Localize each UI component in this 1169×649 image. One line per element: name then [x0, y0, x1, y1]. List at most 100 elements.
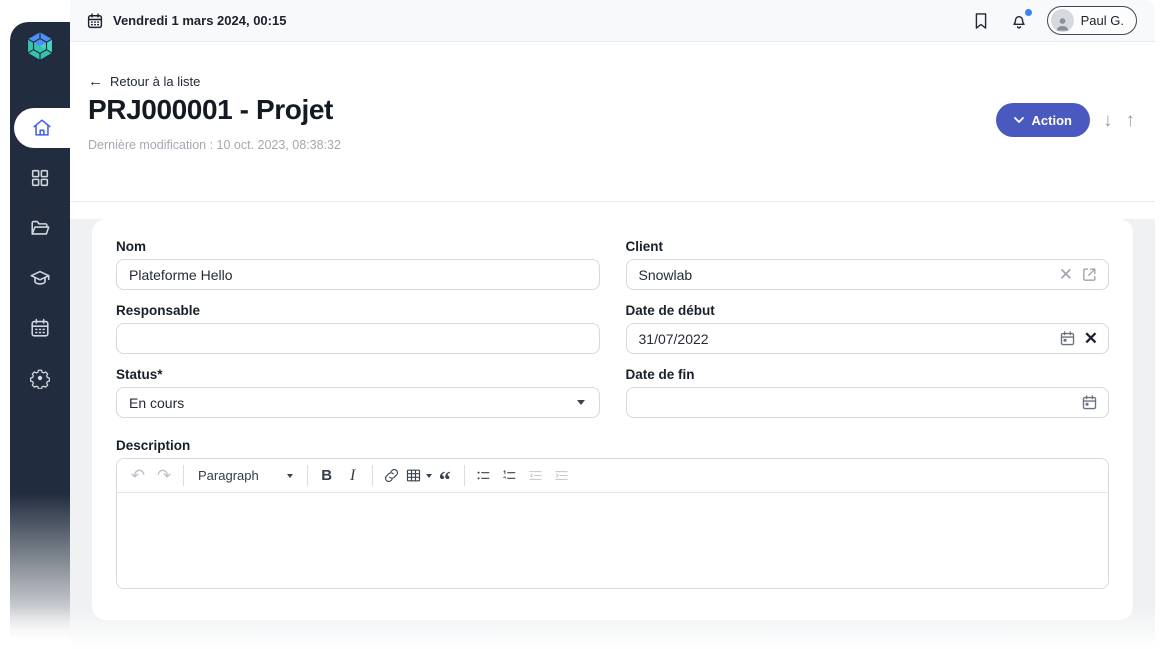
editor-toolbar: ↶ ↷ Paragraph B I “ [117, 459, 1108, 494]
calendar-picker-icon [1082, 395, 1097, 410]
date-debut-clear-button[interactable]: ✕ [1084, 330, 1098, 347]
toolbar-separator [183, 465, 184, 486]
numbered-list-button[interactable] [497, 463, 523, 489]
toolbar-separator [371, 465, 373, 486]
action-button-label: Action [1031, 112, 1072, 128]
home-icon [33, 119, 51, 136]
calendar-date-icon [87, 12, 103, 28]
date-debut-value: 31/07/2022 [638, 330, 709, 347]
chevron-down-icon [286, 473, 293, 478]
indent-icon [555, 471, 568, 480]
action-dropdown-button[interactable]: Action [995, 103, 1090, 137]
bold-button[interactable]: B [314, 463, 340, 489]
date-text: Vendredi 1 mars 2024, 00:15 [113, 13, 287, 28]
field-responsable: Responsable [116, 303, 600, 354]
navigate-up-button[interactable]: ↑ [1126, 111, 1136, 130]
responsable-input[interactable] [116, 323, 600, 354]
field-nom: Nom [116, 239, 600, 290]
client-value: Snowlab [638, 266, 693, 283]
outdent-icon [529, 471, 542, 480]
back-to-list-link[interactable]: ← Retour à la liste [88, 74, 200, 89]
insert-table-dropdown[interactable] [405, 463, 432, 489]
chevron-down-icon [425, 473, 432, 478]
indent-button[interactable] [549, 463, 575, 489]
main-area: Vendredi 1 mars 2024, 00:15 Paul G. ← Re… [70, 0, 1155, 649]
calendar-icon [31, 318, 49, 337]
description-editor: ↶ ↷ Paragraph B I “ [116, 458, 1109, 589]
status-value: En cours [129, 394, 185, 411]
undo-button[interactable]: ↶ [125, 463, 151, 489]
gear-icon [30, 369, 50, 389]
paragraph-style-label: Paragraph [198, 468, 259, 483]
field-client: Client Snowlab ✕ [625, 239, 1109, 290]
sidebar-item-home[interactable] [14, 108, 70, 148]
field-date-debut: Date de début 31/07/2022 ✕ [625, 303, 1109, 354]
paragraph-style-dropdown[interactable]: Paragraph [190, 463, 301, 489]
responsable-label: Responsable [116, 303, 201, 318]
external-link-icon [1083, 268, 1096, 281]
sidebar-nav [10, 108, 70, 398]
page-header: ← Retour à la liste PRJ000001 - Projet D… [70, 42, 1155, 202]
sidebar-item-settings[interactable] [10, 358, 70, 398]
link-button[interactable] [379, 463, 405, 489]
app-logo-icon[interactable] [24, 30, 56, 62]
user-name: Paul G. [1080, 13, 1124, 28]
link-icon [385, 468, 399, 483]
status-label: Status* [116, 367, 163, 382]
date-fin-picker-button[interactable] [1081, 394, 1098, 411]
header-actions: Action ↓ ↑ [995, 103, 1136, 137]
description-label: Description [116, 438, 191, 453]
italic-button[interactable]: I [340, 463, 366, 489]
bulleted-list-icon [477, 471, 490, 480]
notifications-button[interactable] [1009, 8, 1032, 31]
bookmark-icon [975, 12, 986, 29]
back-link-label: Retour à la liste [110, 74, 201, 89]
outdent-button[interactable] [523, 463, 549, 489]
bookmark-button[interactable] [971, 11, 991, 31]
redo-button[interactable]: ↷ [151, 463, 177, 489]
sidebar-item-projects[interactable] [10, 208, 70, 248]
folder-icon [31, 220, 50, 235]
blockquote-button[interactable]: “ [432, 463, 458, 494]
select-caret-icon [576, 400, 585, 405]
date-fin-label: Date de fin [625, 367, 695, 382]
user-avatar [1050, 9, 1074, 32]
client-clear-button[interactable]: ✕ [1059, 266, 1073, 283]
navigate-down-button[interactable]: ↓ [1103, 111, 1113, 130]
date-fin-input[interactable] [625, 387, 1109, 418]
form-grid: Nom Client Snowlab ✕ [116, 239, 1109, 418]
last-modified-text: Dernière modification : 10 oct. 2023, 08… [88, 138, 341, 152]
nom-input[interactable] [116, 259, 600, 290]
numbered-list-icon [503, 470, 516, 479]
calendar-picker-icon [1060, 331, 1074, 346]
date-debut-picker-button[interactable] [1059, 330, 1076, 347]
topbar: Vendredi 1 mars 2024, 00:15 Paul G. [70, 0, 1155, 42]
description-editor-body[interactable] [117, 493, 1108, 588]
sidebar [10, 22, 70, 642]
field-description: Description ↶ ↷ Paragraph B I “ [116, 438, 1109, 589]
field-date-fin: Date de fin [625, 367, 1109, 418]
content-background: Nom Client Snowlab ✕ [70, 219, 1155, 649]
nom-label: Nom [116, 239, 146, 254]
back-arrow-icon: ← [88, 73, 103, 90]
field-status: Status* En cours [116, 367, 600, 418]
client-open-button[interactable] [1081, 266, 1098, 283]
notification-dot [1024, 8, 1032, 16]
toolbar-separator [306, 465, 308, 486]
sidebar-item-apps[interactable] [10, 158, 70, 198]
client-input[interactable]: Snowlab ✕ [625, 259, 1109, 290]
chevron-down-icon [1013, 117, 1024, 123]
sidebar-item-calendar[interactable] [10, 308, 70, 348]
sidebar-item-education[interactable] [10, 258, 70, 298]
date-debut-input[interactable]: 31/07/2022 ✕ [625, 323, 1109, 354]
user-menu[interactable]: Paul G. [1046, 6, 1137, 35]
project-form-card: Nom Client Snowlab ✕ [92, 219, 1133, 620]
client-label: Client [625, 239, 664, 254]
current-date: Vendredi 1 mars 2024, 00:15 [86, 12, 286, 30]
page-title: PRJ000001 - Projet [88, 94, 333, 125]
apps-grid-icon [31, 169, 49, 187]
graduation-cap-icon [30, 270, 50, 285]
status-select[interactable]: En cours [116, 387, 600, 418]
bulleted-list-button[interactable] [471, 463, 497, 489]
table-icon [406, 469, 420, 482]
